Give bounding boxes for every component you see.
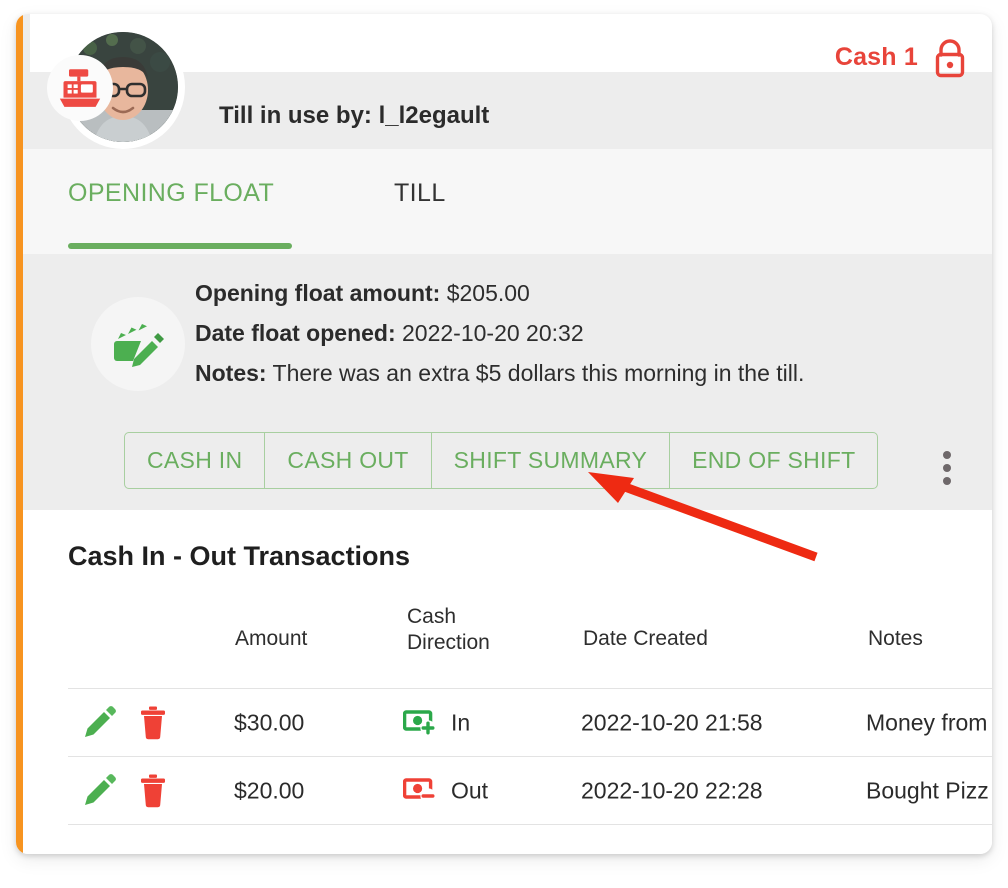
cash-in-button[interactable]: CASH IN [125,433,266,488]
cash-out-button[interactable]: CASH OUT [265,433,432,488]
transactions-title: Cash In - Out Transactions [68,541,411,571]
app-root: Cash 1 Till in use by: l_l2egault OPENIN… [0,0,1008,888]
cash-register-label: Cash 1 [834,43,918,71]
table-row: $20.00 Out 2022-10-20 22:28 Bought Pizz [68,756,992,825]
accent-stripe [16,14,23,854]
edit-pencil-icon[interactable] [82,705,116,740]
column-header-cash-direction: Cash Direction [407,605,490,654]
float-amount-row: Opening float amount: $205.00 [195,282,804,305]
tab-bar: OPENING FLOAT TILL [23,149,992,254]
cell-amount: $30.00 [234,709,305,735]
till-card: Cash 1 Till in use by: l_l2egault OPENIN… [16,14,992,854]
table-row: $30.00 In 2022-10-20 21:58 Money from [68,688,992,756]
column-header-notes: Notes [868,627,923,650]
column-header-amount: Amount [235,627,308,650]
cell-notes: Money from [866,709,988,735]
tab-opening-float[interactable]: OPENING FLOAT [68,179,274,208]
money-edit-icon [91,297,185,391]
float-notes-label: Notes: [195,360,267,386]
cell-amount: $20.00 [234,777,305,803]
till-action-button-group: CASH IN CASH OUT SHIFT SUMMARY END OF SH… [124,432,879,489]
float-amount-label: Opening float amount: [195,280,441,306]
cash-in-icon [402,709,437,736]
delete-trash-icon[interactable] [140,774,170,808]
float-date-label: Date float opened: [195,320,396,346]
table-header-row: Amount Cash Direction Date Created Notes [68,592,992,688]
cell-date-created: 2022-10-20 22:28 [581,777,763,803]
cell-date-created: 2022-10-20 21:58 [581,709,763,735]
edit-pencil-icon[interactable] [82,773,116,808]
end-of-shift-button[interactable]: END OF SHIFT [670,433,877,488]
cell-notes: Bought Pizz [866,777,989,803]
kebab-dot [943,464,951,472]
float-amount-value: $205.00 [446,280,530,306]
avatar[interactable] [47,29,181,145]
float-date-value: 2022-10-20 20:32 [402,320,584,346]
opening-float-panel: Opening float amount: $205.00 Date float… [23,254,992,510]
lock-icon[interactable] [931,38,969,78]
column-header-date-created: Date Created [583,627,708,650]
cell-direction: In [451,709,471,735]
kebab-menu-icon[interactable] [936,451,958,485]
transactions-table: Amount Cash Direction Date Created Notes [68,592,992,825]
float-notes-row: Notes: There was an extra $5 dollars thi… [195,362,804,385]
float-details: Opening float amount: $205.00 Date float… [195,282,804,402]
cash-out-icon [402,777,437,804]
delete-trash-icon[interactable] [140,706,170,740]
active-tab-indicator [68,243,292,249]
card-header: Cash 1 Till in use by: l_l2egault [23,14,992,149]
cash-register-icon [47,55,113,121]
cell-direction: Out [451,777,489,803]
shift-summary-button[interactable]: SHIFT SUMMARY [432,433,671,488]
float-date-row: Date float opened: 2022-10-20 20:32 [195,322,804,345]
tab-till[interactable]: TILL [394,179,446,208]
kebab-dot [943,477,951,485]
kebab-dot [943,451,951,459]
float-notes-value: There was an extra $5 dollars this morni… [272,360,805,386]
transactions-section: Cash In - Out Transactions Amount Cash D… [23,510,992,854]
till-in-use-label: Till in use by: l_l2egault [219,102,490,129]
